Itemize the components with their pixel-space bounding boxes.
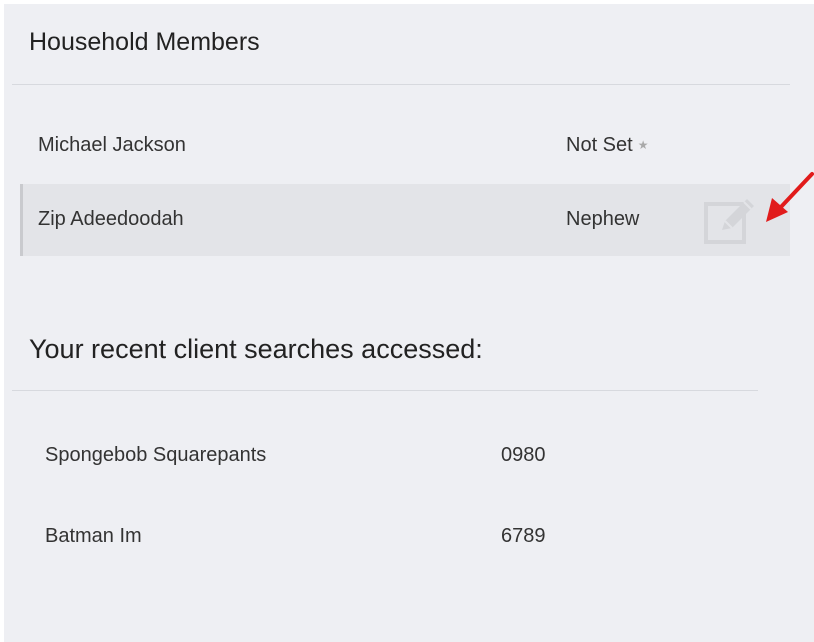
member-name[interactable]: Zip Adeedoodah bbox=[38, 208, 184, 231]
member-relation-container: Not Set ★ bbox=[566, 134, 648, 157]
divider bbox=[12, 390, 758, 391]
household-members-title: Household Members bbox=[29, 28, 260, 56]
member-name[interactable]: Michael Jackson bbox=[38, 134, 186, 157]
star-icon[interactable]: ★ bbox=[638, 138, 649, 152]
household-member-row[interactable]: Zip Adeedoodah Nephew bbox=[20, 184, 790, 256]
member-relation: Not Set bbox=[566, 134, 633, 156]
main-panel: Household Members Michael Jackson Not Se… bbox=[4, 4, 814, 642]
divider bbox=[12, 84, 790, 85]
recent-client-name[interactable]: Spongebob Squarepants bbox=[45, 444, 266, 467]
edit-icon[interactable] bbox=[704, 196, 756, 248]
recent-client-id: 6789 bbox=[501, 525, 546, 547]
recent-search-item[interactable]: Batman Im 6789 bbox=[45, 525, 605, 555]
recent-search-item[interactable]: Spongebob Squarepants 0980 bbox=[45, 444, 605, 474]
annotation-arrow-icon bbox=[766, 172, 814, 222]
household-member-row[interactable]: Michael Jackson Not Set ★ bbox=[20, 110, 790, 182]
recent-searches-title: Your recent client searches accessed: bbox=[29, 334, 483, 364]
recent-client-id: 0980 bbox=[501, 444, 546, 466]
recent-client-name[interactable]: Batman Im bbox=[45, 525, 142, 548]
member-relation: Nephew bbox=[566, 208, 640, 230]
